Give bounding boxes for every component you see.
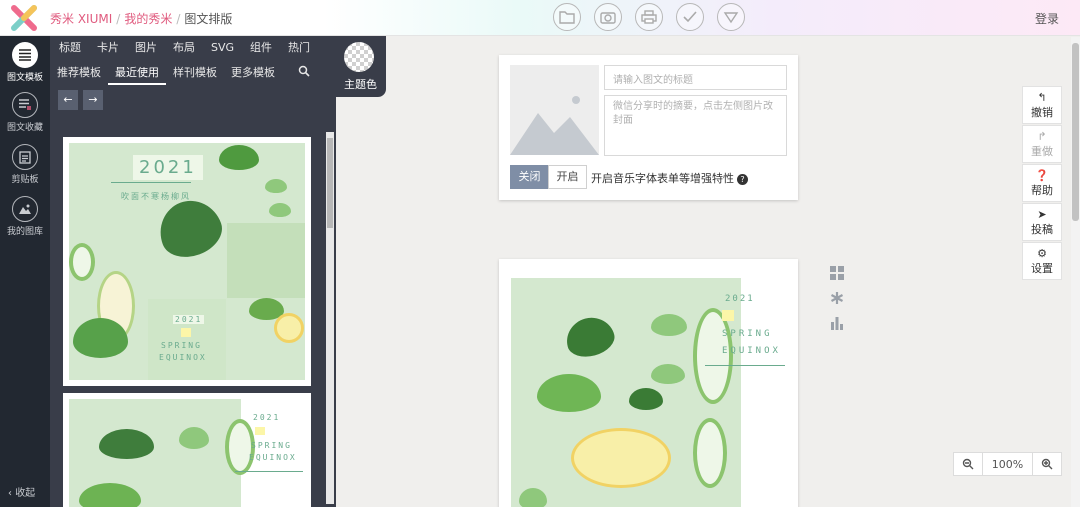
template-card[interactable]: 2021 SPRING EQUINOX — [63, 393, 311, 507]
login-link[interactable]: 登录 — [1035, 10, 1059, 27]
paper-year: 2021 — [725, 294, 755, 304]
tab-layout[interactable]: 布局 — [165, 40, 203, 60]
title-input[interactable]: 请输入图文的标题 — [604, 65, 787, 90]
rail-item-gallery[interactable]: 我的图库 — [0, 196, 50, 237]
arrow-right-icon: → — [88, 93, 98, 106]
secondary-tabs: 推荐模板 最近使用 样刊模板 更多模板 — [50, 65, 282, 85]
submit-button[interactable]: ➤ 投稿 — [1022, 203, 1062, 241]
enhanced-features-label: 开启音乐字体表单等增强特性? — [591, 170, 748, 186]
asterisk-icon[interactable] — [829, 290, 845, 306]
undo-button[interactable]: ↰ 撤销 — [1022, 86, 1062, 124]
clipboard-icon — [12, 144, 38, 170]
rail-item-templates[interactable]: 图文模板 — [0, 42, 50, 83]
article-meta-card: 请输入图文的标题 微信分享时的摘要，点击左侧图片改封面 关闭 开启 开启音乐字体… — [499, 55, 798, 200]
rail-item-clipboard[interactable]: 剪贴板 — [0, 144, 50, 185]
toggle-off-button[interactable]: 关闭 — [510, 165, 549, 189]
grid-icon[interactable] — [829, 265, 845, 281]
help-icon: ❓ — [1035, 169, 1049, 182]
camera-icon[interactable] — [594, 3, 622, 31]
canvas-side-tools — [829, 265, 849, 340]
zoom-out-icon — [962, 458, 974, 470]
template-year: 2021 — [133, 155, 203, 180]
template-panel: 标题 卡片 图片 布局 SVG 组件 热门 推荐模板 最近使用 样刊模板 更多模… — [50, 36, 336, 507]
xiumi-logo-icon[interactable] — [10, 4, 38, 32]
panel-scrollbar[interactable] — [326, 132, 334, 504]
gallery-icon — [12, 196, 38, 222]
arrow-left-button[interactable]: ← — [58, 90, 78, 110]
tab-more[interactable]: 更多模板 — [224, 65, 282, 85]
breadcrumb-mine[interactable]: 我的秀米 — [124, 12, 172, 26]
arrow-right-button[interactable]: → — [83, 90, 103, 110]
tab-magazine[interactable]: 样刊模板 — [166, 65, 224, 85]
settings-button[interactable]: ⚙ 设置 — [1022, 242, 1062, 280]
zoom-level: 100% — [982, 453, 1033, 475]
top-toolbar — [553, 3, 745, 31]
list-icon — [12, 42, 38, 68]
breadcrumb: 秀米 XIUMI / 我的秀米 / 图文排版 — [50, 12, 233, 26]
summary-input[interactable]: 微信分享时的摘要，点击左侧图片改封面 — [604, 95, 787, 156]
arrow-left-icon: ← — [63, 93, 73, 106]
redo-button[interactable]: ↱ 重做 — [1022, 125, 1062, 163]
transparent-swatch-icon — [344, 42, 374, 72]
folder-icon[interactable] — [553, 3, 581, 31]
tab-image[interactable]: 图片 — [127, 40, 165, 60]
search-icon[interactable] — [298, 65, 310, 80]
collapse-button[interactable]: ‹ 收起 — [8, 484, 35, 499]
favorite-list-icon — [12, 92, 38, 118]
tab-svg[interactable]: SVG — [203, 40, 242, 60]
tab-hot[interactable]: 热门 — [280, 40, 318, 60]
theme-color-button[interactable]: 主题色 — [336, 36, 386, 97]
breadcrumb-brand[interactable]: 秀米 XIUMI — [50, 12, 112, 26]
bar-chart-icon[interactable] — [829, 315, 845, 331]
tab-card[interactable]: 卡片 — [89, 40, 127, 60]
cover-image-placeholder[interactable] — [510, 65, 599, 155]
help-button[interactable]: ❓ 帮助 — [1022, 164, 1062, 202]
template-card[interactable]: 2021 吹面不寒杨柳风 2021 SPRING EQUINOX — [63, 137, 311, 386]
question-icon[interactable]: ? — [737, 174, 748, 185]
page-scrollbar[interactable] — [1071, 37, 1080, 507]
tab-recommended[interactable]: 推荐模板 — [50, 65, 108, 85]
redo-icon: ↱ — [1037, 130, 1047, 143]
zoom-in-icon — [1041, 458, 1053, 470]
image-placeholder-icon — [510, 96, 599, 155]
check-icon[interactable] — [676, 3, 704, 31]
rail-item-favorites[interactable]: 图文收藏 — [0, 92, 50, 133]
toggle-on-button[interactable]: 开启 — [548, 165, 587, 189]
template-thumbnail: 2021 吹面不寒杨柳风 2021 SPRING EQUINOX — [69, 143, 305, 380]
breadcrumb-current: 图文排版 — [184, 12, 233, 26]
zoom-in-button[interactable] — [1033, 453, 1061, 475]
zoom-out-button[interactable] — [954, 453, 982, 475]
top-bar: 秀米 XIUMI / 我的秀米 / 图文排版 登录 — [0, 0, 1080, 36]
tab-title[interactable]: 标题 — [50, 40, 89, 60]
tab-components[interactable]: 组件 — [242, 40, 280, 60]
undo-icon: ↰ — [1037, 91, 1047, 104]
editor-image[interactable] — [511, 278, 741, 507]
left-rail: 图文模板 图文收藏 剪贴板 我的图库 ‹ 收起 — [0, 36, 50, 507]
template-thumbnail: 2021 SPRING EQUINOX — [69, 399, 305, 507]
gear-icon: ⚙ — [1037, 247, 1047, 260]
printer-icon[interactable] — [635, 3, 663, 31]
zoom-control: 100% — [953, 452, 1062, 476]
primary-tabs: 标题 卡片 图片 布局 SVG 组件 热门 — [50, 40, 336, 60]
triangle-down-icon[interactable] — [717, 3, 745, 31]
editor-canvas[interactable]: 2021 SPRING EQUINOX — [499, 259, 798, 507]
send-icon: ➤ — [1037, 208, 1047, 221]
tab-recent[interactable]: 最近使用 — [108, 65, 166, 85]
